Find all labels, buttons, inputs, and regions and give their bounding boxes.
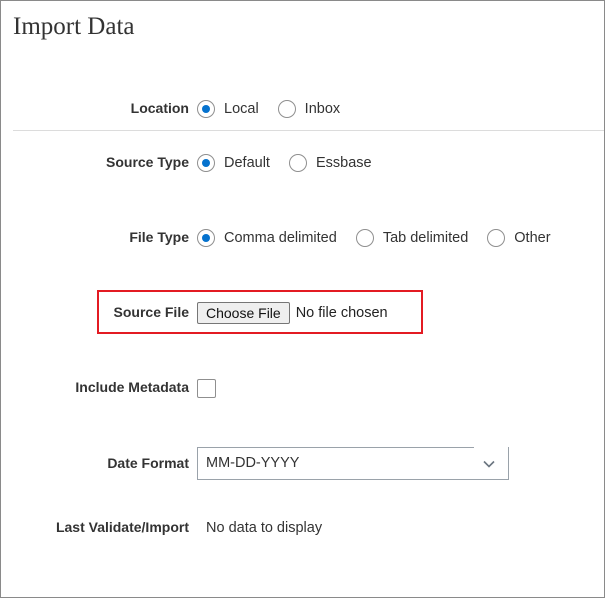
location-inbox-label[interactable]: Inbox bbox=[305, 101, 340, 117]
file-status-text: No file chosen bbox=[295, 305, 388, 321]
location-radio-group: Local Inbox bbox=[197, 94, 340, 124]
date-format-value: MM-DD-YYYY bbox=[206, 455, 300, 471]
section-divider bbox=[13, 130, 604, 131]
source-file-picker: Choose File No file chosen bbox=[197, 298, 388, 328]
file-type-tab-radio[interactable] bbox=[355, 229, 374, 247]
chevron-down-icon[interactable] bbox=[482, 457, 496, 471]
source-file-row: Source File Choose File No file chosen bbox=[1, 298, 604, 328]
include-metadata-row: Include Metadata bbox=[1, 373, 604, 403]
date-format-select[interactable]: MM-DD-YYYY bbox=[197, 447, 509, 480]
last-validate-value: No data to display bbox=[206, 520, 323, 536]
source-file-label: Source File bbox=[113, 304, 189, 320]
date-format-label: Date Format bbox=[107, 455, 189, 471]
location-option-inbox[interactable]: Inbox bbox=[277, 100, 340, 118]
location-row: Location Local Inbox bbox=[1, 94, 604, 124]
include-metadata-checkbox[interactable] bbox=[197, 378, 216, 398]
file-type-option-other[interactable]: Other bbox=[487, 229, 551, 247]
last-validate-label: Last Validate/Import bbox=[55, 519, 189, 535]
file-type-other-radio[interactable] bbox=[487, 229, 506, 247]
file-type-comma-radio[interactable] bbox=[197, 229, 215, 247]
source-type-default-radio[interactable] bbox=[197, 154, 215, 172]
file-type-comma-label[interactable]: Comma delimited bbox=[224, 230, 337, 246]
page-title: Import Data bbox=[13, 13, 135, 40]
file-type-tab-label[interactable]: Tab delimited bbox=[383, 230, 468, 246]
file-type-row: File Type Comma delimited Tab delimited … bbox=[1, 223, 604, 253]
last-validate-row: Last Validate/Import No data to display bbox=[1, 513, 604, 543]
source-type-option-default[interactable]: Default bbox=[197, 154, 270, 172]
location-inbox-radio[interactable] bbox=[277, 100, 296, 118]
location-local-label[interactable]: Local bbox=[224, 101, 259, 117]
file-type-label: File Type bbox=[129, 229, 189, 245]
file-type-option-tab[interactable]: Tab delimited bbox=[355, 229, 468, 247]
source-type-radio-group: Default Essbase bbox=[197, 148, 372, 178]
include-metadata-label: Include Metadata bbox=[75, 379, 189, 395]
source-type-default-label[interactable]: Default bbox=[224, 155, 270, 171]
file-type-option-comma[interactable]: Comma delimited bbox=[197, 229, 337, 247]
import-data-panel: Import Data Location Local Inbox Source … bbox=[0, 0, 605, 598]
include-metadata-control bbox=[197, 373, 216, 403]
location-local-radio[interactable] bbox=[197, 100, 215, 118]
file-type-radio-group: Comma delimited Tab delimited Other bbox=[197, 223, 551, 253]
choose-file-button[interactable]: Choose File bbox=[197, 302, 290, 324]
source-type-option-essbase[interactable]: Essbase bbox=[288, 154, 372, 172]
source-type-row: Source Type Default Essbase bbox=[1, 148, 604, 178]
source-type-label: Source Type bbox=[106, 154, 189, 170]
source-type-essbase-label[interactable]: Essbase bbox=[316, 155, 372, 171]
location-option-local[interactable]: Local bbox=[197, 100, 259, 118]
file-type-other-label[interactable]: Other bbox=[514, 230, 550, 246]
last-validate-value-wrap: No data to display bbox=[206, 513, 322, 543]
location-label: Location bbox=[130, 100, 189, 116]
source-type-essbase-radio[interactable] bbox=[288, 154, 307, 172]
